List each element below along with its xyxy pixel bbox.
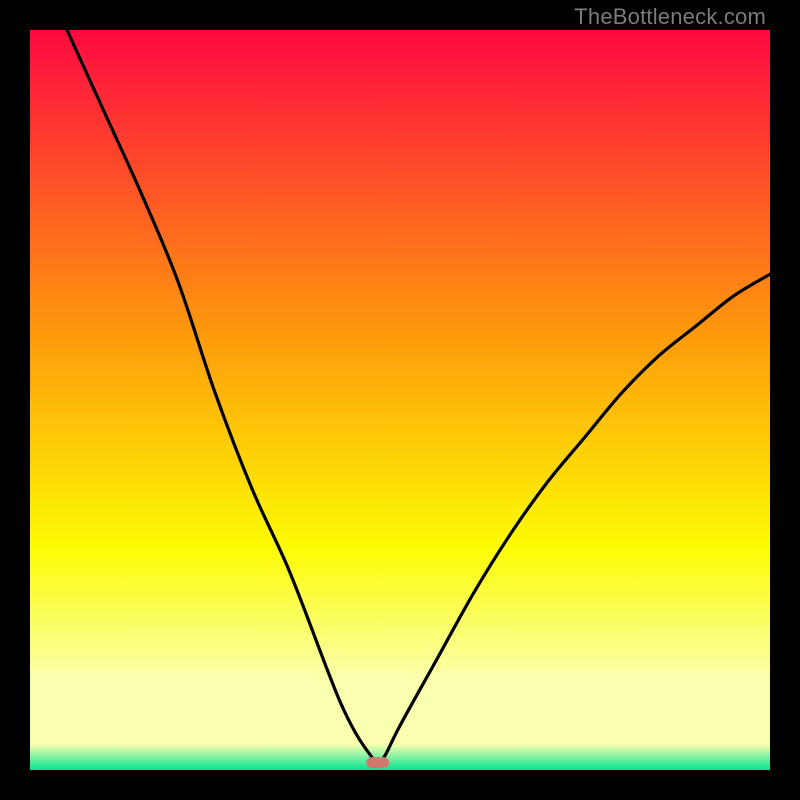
plot-area xyxy=(30,30,770,770)
chart-frame: TheBottleneck.com xyxy=(0,0,800,800)
bottleneck-curve xyxy=(30,30,770,770)
optimal-marker xyxy=(366,757,390,769)
watermark-text: TheBottleneck.com xyxy=(574,4,766,30)
